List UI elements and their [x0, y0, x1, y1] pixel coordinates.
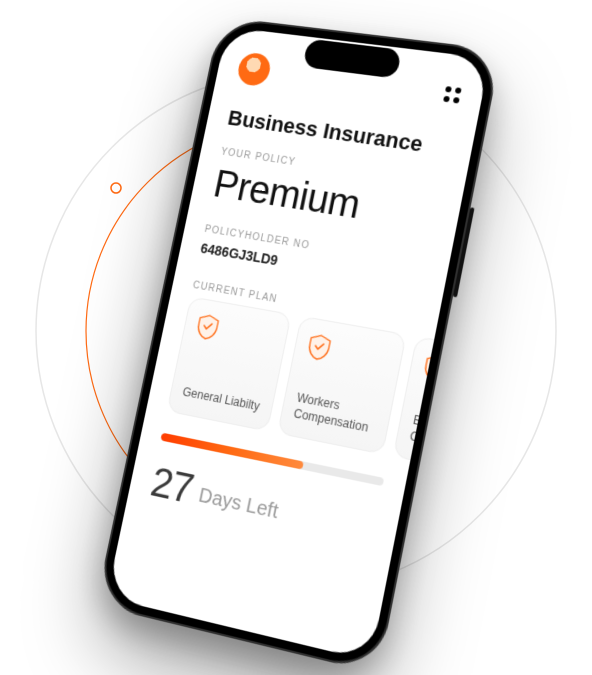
- days-remaining-label: Days Left: [196, 484, 280, 524]
- menu-icon[interactable]: [443, 86, 462, 104]
- shield-check-icon: [194, 313, 221, 342]
- plan-card-general-liability[interactable]: General Liabilty: [166, 296, 291, 431]
- plan-card-workers-compensation[interactable]: Workers Compensation: [277, 316, 407, 455]
- shield-check-icon: [305, 333, 333, 363]
- days-remaining-number: 27: [147, 458, 197, 514]
- avatar[interactable]: [235, 52, 272, 88]
- plan-card-label: General Liabilty: [181, 384, 262, 415]
- plan-card-label: Workers Compensation: [292, 389, 379, 437]
